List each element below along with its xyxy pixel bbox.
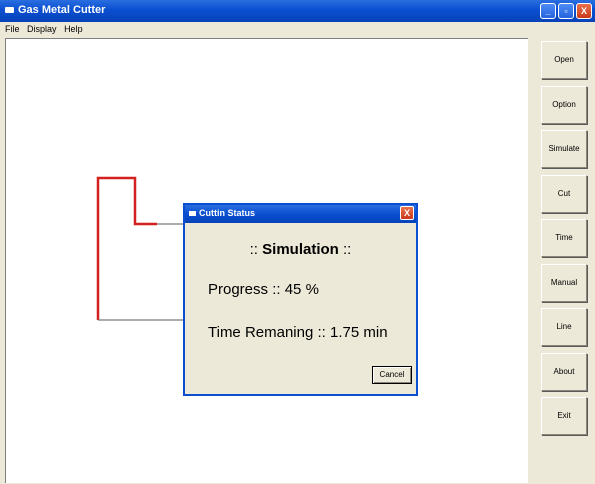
sidebar-button-option[interactable]: Option <box>541 85 587 124</box>
time-unit: min <box>363 324 388 341</box>
dialog-title: Cuttin Status <box>199 208 255 218</box>
dialog-title-bar: Cuttin Status X <box>185 205 416 223</box>
window-title: Gas Metal Cutter <box>18 4 106 16</box>
menu-file[interactable]: File <box>5 22 20 36</box>
sidebar-button-about[interactable]: About <box>541 352 587 391</box>
dialog-heading: :: Simulation :: <box>185 241 416 258</box>
sidebar-button-manual[interactable]: Manual <box>541 263 587 302</box>
dialog-close-button[interactable]: X <box>400 206 414 220</box>
cut-path-red <box>96 176 157 320</box>
sidebar-button-cut[interactable]: Cut <box>541 174 587 213</box>
sidebar-button-simulate[interactable]: Simulate <box>541 130 587 168</box>
sidebar-button-line[interactable]: Line <box>541 308 587 346</box>
heading-suffix: :: <box>343 241 352 258</box>
dialog-icon <box>189 211 196 216</box>
cancel-button[interactable]: Cancel <box>372 366 412 384</box>
app-icon <box>5 7 14 13</box>
progress-line: Progress :: 45 % <box>208 281 319 298</box>
time-separator: :: <box>317 324 326 341</box>
minimize-button[interactable]: _ <box>540 3 556 19</box>
menu-bar: File Display Help <box>0 22 595 36</box>
progress-separator: :: <box>272 281 281 298</box>
status-dialog: Cuttin Status X :: Simulation :: Progres… <box>183 203 418 396</box>
sidebar-button-exit[interactable]: Exit <box>541 397 587 435</box>
progress-unit: % <box>305 281 319 298</box>
sidebar-button-open[interactable]: Open <box>541 41 587 79</box>
heading-word: Simulation <box>262 241 339 258</box>
progress-label: Progress <box>208 281 269 298</box>
menu-help[interactable]: Help <box>64 22 83 36</box>
maximize-button[interactable]: ▫ <box>558 3 574 19</box>
sidebar-button-time[interactable]: Time <box>541 219 587 257</box>
heading-prefix: :: <box>249 241 258 258</box>
time-label: Time Remaning <box>208 324 314 341</box>
progress-value: 45 <box>284 281 302 298</box>
menu-display[interactable]: Display <box>27 22 57 36</box>
time-value: 1.75 <box>330 324 360 341</box>
time-line: Time Remaning :: 1.75 min <box>208 324 388 341</box>
close-button[interactable]: X <box>576 3 592 19</box>
title-bar: Gas Metal Cutter _ ▫ X <box>0 0 595 22</box>
